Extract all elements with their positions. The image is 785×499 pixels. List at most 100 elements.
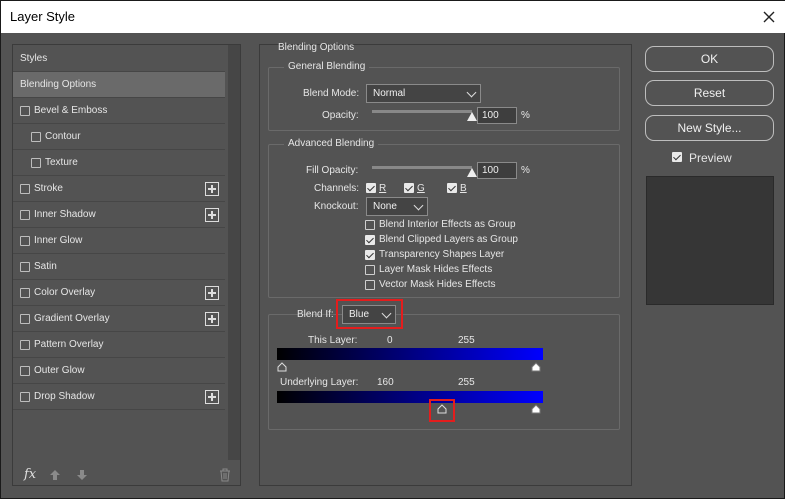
- style-item-label: Stroke: [34, 183, 63, 194]
- this-layer-black-thumb[interactable]: [277, 362, 287, 372]
- this-layer-white-thumb[interactable]: [531, 362, 541, 372]
- blend-mode-label: Blend Mode:: [303, 88, 360, 99]
- style-item-checkbox[interactable]: [20, 236, 30, 246]
- fill-opacity-input[interactable]: 100: [477, 162, 517, 179]
- style-item-label: Inner Glow: [34, 235, 83, 246]
- style-item-checkbox[interactable]: [20, 262, 30, 272]
- styles-list-toolbar: fx: [13, 463, 240, 487]
- channels-label: Channels:: [314, 183, 360, 194]
- style-item-label: Bevel & Emboss: [34, 105, 108, 116]
- underlying-layer-white-thumb[interactable]: [531, 404, 541, 414]
- fill-opacity-slider-thumb[interactable]: [467, 168, 477, 177]
- close-icon[interactable]: [756, 4, 782, 30]
- blend-mode-value: Normal: [373, 88, 406, 99]
- style-item-color-overlay[interactable]: Color Overlay: [13, 280, 225, 306]
- this-layer-high-value: 255: [458, 335, 475, 346]
- option-checkbox[interactable]: [365, 280, 375, 290]
- knockout-select[interactable]: None: [366, 197, 428, 216]
- style-preview-thumbnail: [646, 176, 774, 305]
- style-item-checkbox[interactable]: [20, 106, 30, 116]
- chevron-down-icon: [466, 87, 477, 98]
- add-effect-icon[interactable]: [205, 208, 219, 222]
- style-item-checkbox[interactable]: [20, 340, 30, 350]
- add-effect-icon[interactable]: [205, 390, 219, 404]
- fill-opacity-slider-track[interactable]: [372, 166, 472, 169]
- style-item-checkbox[interactable]: [20, 184, 30, 194]
- option-label: Layer Mask Hides Effects: [379, 264, 493, 275]
- underlying-thumb-highlight: [429, 399, 455, 422]
- move-up-icon[interactable]: [49, 469, 61, 481]
- channel-b-checkbox[interactable]: [447, 183, 457, 193]
- style-item-blending-options[interactable]: Blending Options: [13, 72, 225, 98]
- trash-icon[interactable]: [219, 468, 231, 482]
- style-item-contour[interactable]: Contour: [13, 124, 225, 150]
- style-item-drop-shadow[interactable]: Drop Shadow: [13, 384, 225, 410]
- style-item-label: Gradient Overlay: [34, 313, 110, 324]
- style-item-texture[interactable]: Texture: [13, 150, 225, 176]
- style-item-styles[interactable]: Styles: [13, 46, 225, 72]
- option-label: Vector Mask Hides Effects: [379, 279, 496, 290]
- add-effect-icon[interactable]: [205, 286, 219, 300]
- blend-mode-select[interactable]: Normal: [366, 84, 481, 103]
- opacity-slider-track[interactable]: [372, 110, 472, 113]
- underlying-layer-low-value: 160: [377, 377, 394, 388]
- style-item-checkbox[interactable]: [20, 288, 30, 298]
- advanced-blending-title: Advanced Blending: [284, 138, 379, 149]
- option-checkbox[interactable]: [365, 235, 375, 245]
- style-item-inner-shadow[interactable]: Inner Shadow: [13, 202, 225, 228]
- style-item-checkbox[interactable]: [20, 392, 30, 402]
- style-item-label: Pattern Overlay: [34, 339, 104, 350]
- option-label: Transparency Shapes Layer: [379, 249, 505, 260]
- this-layer-gradient[interactable]: [277, 348, 543, 360]
- style-item-checkbox[interactable]: [31, 158, 41, 168]
- knockout-value: None: [373, 201, 397, 212]
- opacity-input[interactable]: 100: [477, 107, 517, 124]
- option-checkbox[interactable]: [365, 250, 375, 260]
- option-checkbox[interactable]: [365, 220, 375, 230]
- opacity-slider-thumb[interactable]: [467, 112, 477, 121]
- style-item-label: Contour: [45, 131, 81, 142]
- add-effect-icon[interactable]: [205, 312, 219, 326]
- option-label: Blend Interior Effects as Group: [379, 219, 516, 230]
- channel-g-checkbox[interactable]: [404, 183, 414, 193]
- style-item-bevel-emboss[interactable]: Bevel & Emboss: [13, 98, 225, 124]
- option-checkbox[interactable]: [365, 265, 375, 275]
- channel-r-checkbox[interactable]: [366, 183, 376, 193]
- style-item-inner-glow[interactable]: Inner Glow: [13, 228, 225, 254]
- new-style-button[interactable]: New Style...: [645, 115, 774, 141]
- general-blending-title: General Blending: [284, 61, 370, 72]
- preview-checkbox[interactable]: [672, 152, 682, 162]
- underlying-layer-high-value: 255: [458, 377, 475, 388]
- style-item-outer-glow[interactable]: Outer Glow: [13, 358, 225, 384]
- fill-opacity-unit: %: [521, 165, 530, 176]
- opacity-label: Opacity:: [322, 110, 359, 121]
- channel-r-label: R: [379, 183, 387, 194]
- this-layer-label: This Layer:: [308, 335, 358, 346]
- underlying-layer-gradient[interactable]: [277, 391, 543, 403]
- style-item-pattern-overlay[interactable]: Pattern Overlay: [13, 332, 225, 358]
- channel-b-label: B: [460, 183, 467, 194]
- style-item-checkbox[interactable]: [20, 314, 30, 324]
- blend-if-label: Blend If:: [297, 309, 334, 320]
- ok-button[interactable]: OK: [645, 46, 774, 72]
- knockout-label: Knockout:: [314, 201, 359, 212]
- preview-label: Preview: [689, 151, 732, 165]
- opacity-unit: %: [521, 110, 530, 121]
- add-effect-icon[interactable]: [205, 182, 219, 196]
- style-item-label: Outer Glow: [34, 365, 85, 376]
- style-item-checkbox[interactable]: [20, 366, 30, 376]
- style-item-checkbox[interactable]: [20, 210, 30, 220]
- style-item-satin[interactable]: Satin: [13, 254, 225, 280]
- move-down-icon[interactable]: [76, 469, 88, 481]
- style-item-gradient-overlay[interactable]: Gradient Overlay: [13, 306, 225, 332]
- style-item-label: Color Overlay: [34, 287, 96, 298]
- style-item-checkbox[interactable]: [31, 132, 41, 142]
- style-item-stroke[interactable]: Stroke: [13, 176, 225, 202]
- styles-list-scrollbar[interactable]: [228, 45, 240, 460]
- style-item-label: Inner Shadow: [34, 209, 96, 220]
- chevron-down-icon: [413, 200, 424, 211]
- fx-icon[interactable]: fx: [24, 467, 36, 482]
- reset-button[interactable]: Reset: [645, 80, 774, 106]
- channel-g-label: G: [417, 183, 425, 194]
- blend-if-highlight: [336, 299, 403, 329]
